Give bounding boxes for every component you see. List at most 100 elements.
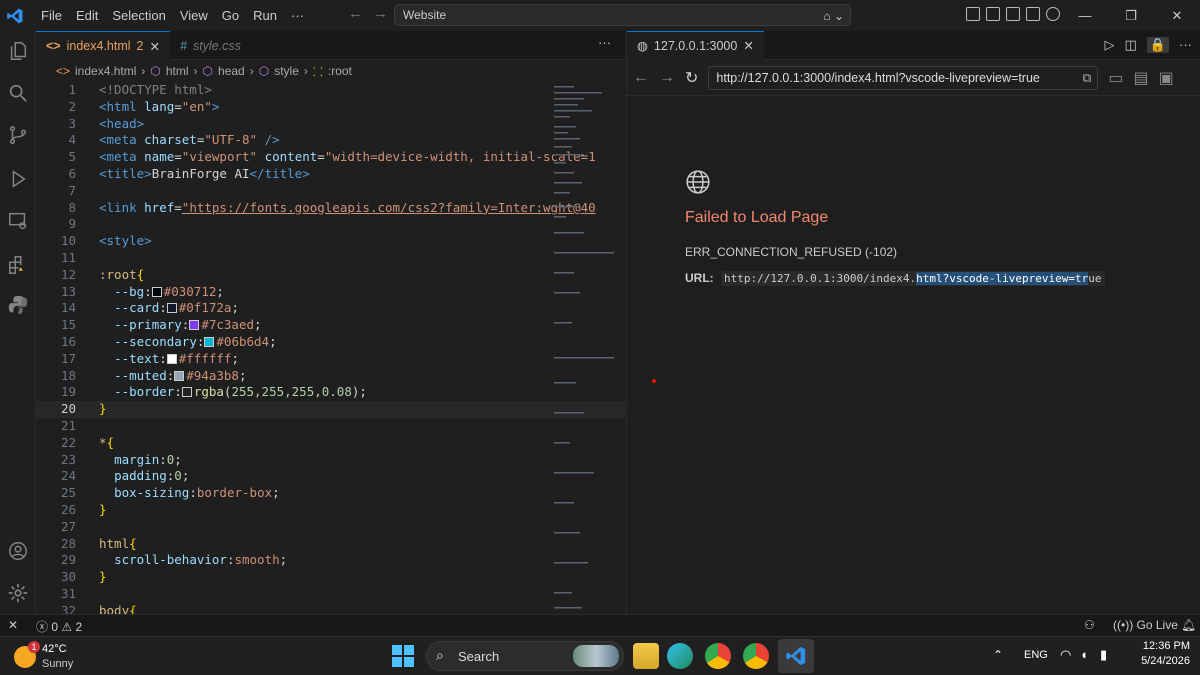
code-text: 0 xyxy=(174,468,182,484)
menu-view[interactable]: View xyxy=(173,0,215,31)
chrome-icon[interactable] xyxy=(743,643,769,669)
error-url-value[interactable]: http://127.0.0.1:3000/index4.html?vscode… xyxy=(721,271,1105,286)
console-icon[interactable]: ▣ xyxy=(1159,68,1174,88)
edge-icon[interactable] xyxy=(667,643,693,669)
minimap[interactable] xyxy=(548,82,614,612)
page-icon[interactable]: ▤ xyxy=(1134,68,1149,88)
tab-preview[interactable]: ◍ 127.0.0.1:3000 ✕ xyxy=(627,30,764,60)
run-debug-icon[interactable] xyxy=(6,167,30,191)
account-icon[interactable] xyxy=(6,539,30,563)
color-swatch[interactable] xyxy=(166,303,177,314)
clock-time: 12:36 PM xyxy=(1142,640,1190,652)
open-in-browser-icon[interactable]: ⧉ xyxy=(1082,67,1091,89)
breadcrumb-item[interactable]: :root xyxy=(328,64,352,78)
menu-selection[interactable]: Selection xyxy=(105,0,172,31)
breadcrumb-item[interactable]: style xyxy=(274,64,299,78)
toggle-secondary-sidebar-icon[interactable] xyxy=(1026,7,1040,21)
breadcrumb-item[interactable]: head xyxy=(218,64,245,78)
code-text: : xyxy=(181,317,190,333)
close-icon[interactable]: ✕ xyxy=(1154,0,1200,31)
line-number: 27 xyxy=(60,518,76,534)
python-icon[interactable] xyxy=(6,293,30,317)
go-live-button[interactable]: ((•)) Go Live xyxy=(1113,618,1178,632)
source-control-icon[interactable] xyxy=(6,123,30,147)
forward-arrow-icon[interactable]: → xyxy=(373,5,388,22)
explorer-icon[interactable] xyxy=(6,39,30,63)
tray-chevron-icon[interactable]: ⌃ xyxy=(993,648,1003,662)
command-center[interactable]: Website ⌂ ⌄ xyxy=(394,4,851,26)
start-button-icon[interactable] xyxy=(392,645,414,667)
breadcrumb-item[interactable]: index4.html xyxy=(75,64,136,78)
code-text: #ffffff xyxy=(178,350,232,366)
more-actions-icon[interactable]: ··· xyxy=(598,35,611,50)
problems-status[interactable]: ⓧ 0 ⚠ 2 xyxy=(36,618,82,635)
menu-more[interactable]: ··· xyxy=(284,0,311,31)
chevron-right-icon: › xyxy=(193,64,198,78)
battery-icon[interactable]: ▮ xyxy=(1100,647,1107,663)
color-swatch[interactable] xyxy=(174,370,185,381)
windows-taskbar: 1 42°C Sunny ⌕ Search ⌃ ENG ◠ ◖ ▮ 12:36 … xyxy=(0,636,1200,675)
taskbar-search[interactable]: ⌕ Search xyxy=(426,641,624,671)
line-number: 10 xyxy=(60,233,76,249)
globe-icon[interactable] xyxy=(1046,7,1060,21)
tab-close-icon[interactable]: ✕ xyxy=(743,38,753,53)
warning-count: 2 xyxy=(75,620,83,634)
restore-icon[interactable]: ❐ xyxy=(1108,0,1154,31)
run-icon[interactable]: ▷ xyxy=(1105,37,1115,53)
code-editor[interactable]: 1 <!DOCTYPE html> 2 <html lang="en"> 3 <hea… xyxy=(36,82,625,620)
color-swatch[interactable] xyxy=(151,286,162,297)
weather-widget[interactable]: 1 42°C Sunny xyxy=(14,641,104,671)
tab-style-css[interactable]: # style.css xyxy=(170,31,251,60)
color-swatch[interactable] xyxy=(181,387,192,398)
remote-explorer-icon[interactable] xyxy=(6,209,30,233)
back-arrow-icon[interactable]: ← xyxy=(348,5,363,22)
lock-icon[interactable]: 🔒 xyxy=(1146,37,1169,53)
copilot-icon[interactable]: ⌂ ⌄ xyxy=(823,6,844,26)
device-icon[interactable]: ▭ xyxy=(1108,68,1123,88)
code-line: 29 scroll-behavior:smooth; xyxy=(36,552,625,569)
language-indicator[interactable]: ENG xyxy=(1024,649,1048,661)
code-line: 24 padding:0; xyxy=(36,468,625,485)
volume-icon[interactable]: ◖ xyxy=(1080,647,1088,662)
color-swatch[interactable] xyxy=(204,336,215,347)
minimize-icon[interactable]: — xyxy=(1062,0,1108,31)
search-icon[interactable] xyxy=(6,81,30,105)
split-editor-icon[interactable]: ◫ xyxy=(1125,37,1137,53)
vscode-taskbar-icon[interactable] xyxy=(778,639,814,673)
clock[interactable]: 12:36 PM 5/24/2026 xyxy=(1132,640,1190,667)
menu-edit[interactable]: Edit xyxy=(69,0,105,31)
remote-icon[interactable]: ✕ xyxy=(8,618,18,632)
file-explorer-icon[interactable] xyxy=(633,643,659,669)
go-live-label: Go Live xyxy=(1136,618,1178,632)
tab-index4-html[interactable]: <> index4.html 2 ✕ xyxy=(36,31,170,60)
toggle-panel-icon[interactable] xyxy=(1006,7,1020,21)
preview-url-input[interactable]: http://127.0.0.1:3000/index4.html?vscode… xyxy=(708,65,1099,90)
tab-close-icon[interactable]: ✕ xyxy=(150,39,160,54)
settings-gear-icon[interactable] xyxy=(6,581,30,605)
menu-run[interactable]: Run xyxy=(246,0,284,31)
window-controls: — ❐ ✕ xyxy=(1062,0,1200,31)
copilot-status-icon[interactable]: ⚇ xyxy=(1084,618,1095,632)
reload-icon[interactable]: ↻ xyxy=(685,68,698,88)
status-bar: ✕ ⓧ 0 ⚠ 2 ⚇ ((•)) Go Live 🔔︎ xyxy=(0,614,1200,636)
code-line: 23 margin:0; xyxy=(36,452,625,469)
menu-go[interactable]: Go xyxy=(215,0,246,31)
line-number: 12 xyxy=(60,266,76,282)
layout-customize-icon[interactable] xyxy=(966,7,980,21)
chrome-profile-icon[interactable] xyxy=(705,643,731,669)
breadcrumb-item[interactable]: html xyxy=(166,64,189,78)
code-text: <html xyxy=(99,98,145,114)
color-swatch[interactable] xyxy=(166,353,177,364)
back-arrow-icon[interactable]: ← xyxy=(633,69,649,87)
extensions-icon[interactable] xyxy=(6,253,30,277)
code-text: #06b6d4 xyxy=(216,333,270,349)
code-line: 31 xyxy=(36,586,625,603)
color-swatch[interactable] xyxy=(189,320,200,331)
code-text: <head> xyxy=(99,115,145,131)
forward-arrow-icon[interactable]: → xyxy=(659,69,675,87)
notifications-bell-icon[interactable]: 🔔︎ xyxy=(1181,618,1196,632)
menu-file[interactable]: File xyxy=(34,0,69,31)
more-actions-icon[interactable]: ··· xyxy=(1179,37,1192,53)
wifi-icon[interactable]: ◠ xyxy=(1060,647,1071,663)
toggle-sidebar-icon[interactable] xyxy=(986,7,1000,21)
